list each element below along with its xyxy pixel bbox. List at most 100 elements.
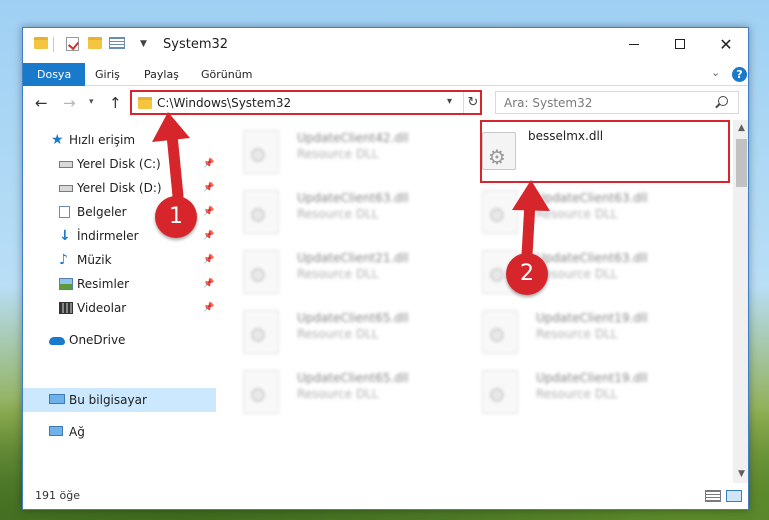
sidebar-item-music[interactable]: ♪ Müzik 📌 <box>23 248 216 272</box>
music-icon: ♪ <box>59 252 68 268</box>
list-item[interactable]: UpdateClient21.dll Resource DLL <box>221 244 451 302</box>
view-options-icon[interactable] <box>109 37 125 49</box>
folder-icon <box>34 37 48 49</box>
list-item[interactable]: UpdateClient63.dll Resource DLL <box>460 184 690 242</box>
minimize-icon <box>629 43 639 45</box>
address-path[interactable]: C:\Windows\System32 <box>157 96 291 110</box>
file-name: UpdateClient21.dll <box>297 251 409 265</box>
sidebar-item-label: Yerel Disk (D:) <box>77 181 162 195</box>
large-icons-view-icon[interactable] <box>726 490 742 502</box>
address-bar[interactable]: C:\Windows\System32 ▾ ↻ <box>130 90 482 115</box>
dll-file-icon <box>243 190 279 234</box>
file-name: UpdateClient63.dll <box>536 191 648 205</box>
list-item[interactable]: UpdateClient63.dll Resource DLL <box>221 184 451 242</box>
dll-file-icon <box>243 310 279 354</box>
scroll-down-icon[interactable]: ▼ <box>733 466 748 483</box>
sidebar-item-network[interactable]: Ağ <box>23 420 216 444</box>
tab-home[interactable]: Giriş <box>85 63 130 86</box>
list-item[interactable]: UpdateClient65.dll Resource DLL <box>221 304 451 362</box>
tab-share[interactable]: Paylaş <box>134 63 189 86</box>
minimize-button[interactable] <box>611 28 657 60</box>
file-type: Resource DLL <box>297 147 379 161</box>
sidebar-item-local-disk-d[interactable]: Yerel Disk (D:) 📌 <box>23 176 216 200</box>
file-name: UpdateClient19.dll <box>536 311 648 325</box>
status-bar: 191 öğe <box>23 483 748 509</box>
file-type: Resource DLL <box>536 267 618 281</box>
refresh-button[interactable]: ↻ <box>463 92 482 113</box>
list-item[interactable]: UpdateClient42.dll Resource DLL <box>221 124 451 182</box>
cloud-icon <box>49 337 65 345</box>
search-box[interactable]: Ara: System32 <box>495 91 739 114</box>
details-view-icon[interactable] <box>705 490 721 502</box>
forward-button[interactable]: → <box>63 94 76 112</box>
file-type: Resource DLL <box>297 207 379 221</box>
file-type: Resource DLL <box>536 387 618 401</box>
sidebar-item-label: OneDrive <box>69 333 126 347</box>
item-count: 191 öğe <box>35 489 80 502</box>
list-item[interactable]: UpdateClient65.dll Resource DLL <box>221 364 451 422</box>
videos-icon <box>59 302 73 314</box>
sidebar-item-label: Müzik <box>77 253 112 267</box>
window-title: System32 <box>163 37 229 52</box>
pin-icon[interactable]: 📌 <box>203 200 214 224</box>
sidebar-item-label: Yerel Disk (C:) <box>77 157 161 171</box>
address-dropdown-icon[interactable]: ▾ <box>447 96 452 107</box>
dll-file-icon <box>243 130 279 174</box>
dll-file-icon <box>482 370 518 414</box>
sidebar-item-quick-access[interactable]: ★ Hızlı erişim <box>23 128 216 152</box>
tab-view[interactable]: Görünüm <box>191 63 262 86</box>
search-placeholder[interactable]: Ara: System32 <box>504 96 592 110</box>
pin-icon[interactable]: 📌 <box>203 224 214 248</box>
pin-icon[interactable]: 📌 <box>203 272 214 296</box>
quick-access-separator <box>53 37 54 52</box>
step-2-badge: 2 <box>506 253 548 295</box>
list-item[interactable]: UpdateClient63.dll Resource DLL <box>460 244 690 302</box>
file-highlight-box <box>480 120 730 183</box>
ribbon-tabs: Dosya Giriş Paylaş Görünüm ⌄ ? <box>23 63 748 86</box>
dll-file-icon <box>482 310 518 354</box>
maximize-icon <box>675 39 685 49</box>
file-type: Resource DLL <box>536 327 618 341</box>
drive-icon <box>59 161 73 168</box>
sidebar-item-label: İndirmeler <box>77 229 139 243</box>
file-name: UpdateClient19.dll <box>536 371 648 385</box>
pictures-icon <box>59 278 73 290</box>
up-button[interactable]: ↑ <box>109 94 122 112</box>
chevron-down-icon[interactable]: ⌄ <box>711 66 720 79</box>
title-bar: ▼ System32 ✕ <box>23 28 748 63</box>
sidebar-item-local-disk-c[interactable]: Yerel Disk (C:) 📌 <box>23 152 216 176</box>
new-folder-icon[interactable] <box>88 37 102 49</box>
maximize-button[interactable] <box>657 28 703 60</box>
file-type: Resource DLL <box>297 267 379 281</box>
sidebar-item-this-pc[interactable]: Bu bilgisayar <box>23 388 216 412</box>
recent-locations-icon[interactable]: ▾ <box>89 97 94 107</box>
sidebar-item-videos[interactable]: Videolar 📌 <box>23 296 216 320</box>
file-explorer-window: ▼ System32 ✕ Dosya Giriş Paylaş Görünüm … <box>22 27 749 510</box>
close-button[interactable]: ✕ <box>703 28 748 60</box>
downloads-icon: ↓ <box>59 228 71 244</box>
vertical-scrollbar[interactable]: ▲ ▼ <box>733 120 748 483</box>
sidebar-item-label: Belgeler <box>77 205 127 219</box>
pin-icon[interactable]: 📌 <box>203 248 214 272</box>
back-button[interactable]: ← <box>35 94 48 112</box>
customize-toolbar-icon[interactable]: ▼ <box>140 39 147 49</box>
file-name: UpdateClient63.dll <box>297 191 409 205</box>
scroll-up-icon[interactable]: ▲ <box>733 120 748 137</box>
sidebar-item-pictures[interactable]: Resimler 📌 <box>23 272 216 296</box>
properties-check-icon[interactable] <box>66 37 79 51</box>
sidebar-item-onedrive[interactable]: OneDrive <box>23 328 216 352</box>
search-icon[interactable] <box>718 96 728 106</box>
pin-icon[interactable]: 📌 <box>203 152 214 176</box>
file-list: UpdateClient42.dll Resource DLL UpdateCl… <box>216 120 733 483</box>
tab-file[interactable]: Dosya <box>23 63 86 86</box>
help-icon[interactable]: ? <box>732 67 747 82</box>
list-item[interactable]: UpdateClient19.dll Resource DLL <box>460 364 690 422</box>
scroll-thumb[interactable] <box>736 139 747 187</box>
network-icon <box>49 426 63 436</box>
list-item[interactable]: UpdateClient19.dll Resource DLL <box>460 304 690 362</box>
file-type: Resource DLL <box>297 327 379 341</box>
pin-icon[interactable]: 📌 <box>203 176 214 200</box>
pin-icon[interactable]: 📌 <box>203 296 214 320</box>
computer-icon <box>49 394 65 404</box>
navigation-pane: ★ Hızlı erişim Yerel Disk (C:) 📌 Yerel D… <box>23 120 216 483</box>
